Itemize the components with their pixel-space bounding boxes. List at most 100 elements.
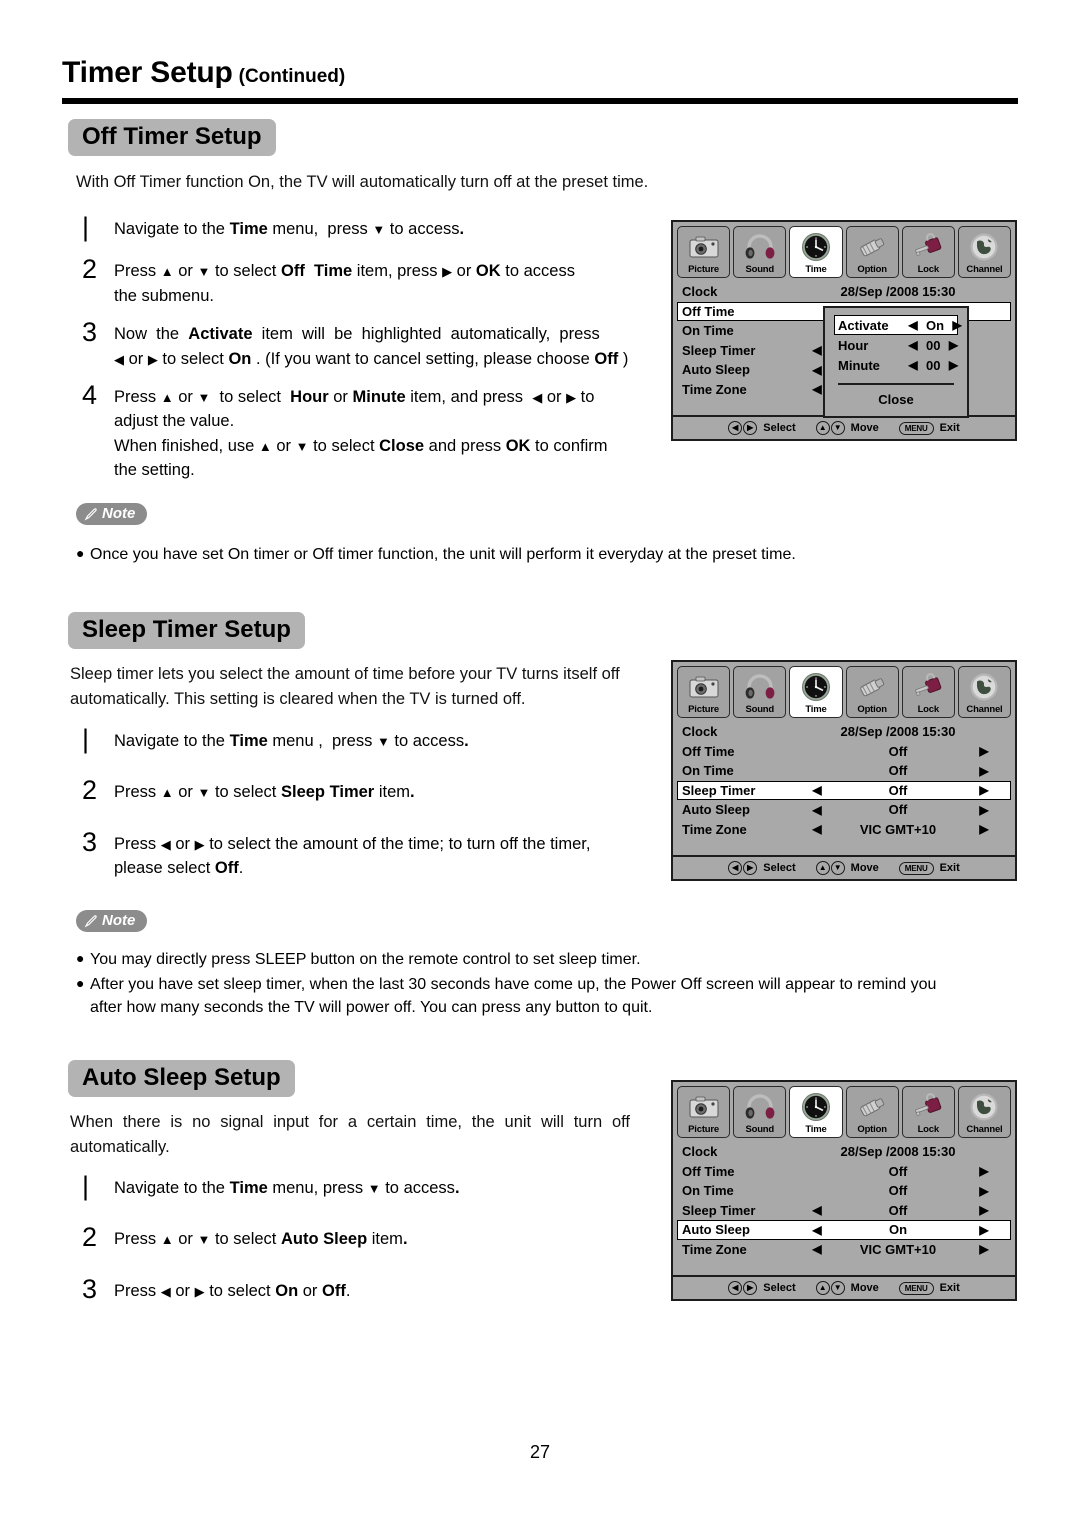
camera-icon <box>678 230 729 264</box>
step-number: 3 <box>82 1273 98 1304</box>
step-text: Now the Activate item will be highlighte… <box>114 325 629 368</box>
popup-row-activate[interactable]: Activate ◀ On ▶ <box>834 315 962 335</box>
osd-row-clock[interactable]: Clock 28/Sep /2008 15:30 <box>677 282 1011 302</box>
osd-row-label: Auto Sleep <box>682 802 750 818</box>
osd-tab-label: Option <box>857 704 887 715</box>
step-item: | Navigate to the Time menu , press ▼ to… <box>68 725 658 754</box>
osd-tab-channel[interactable]: Channel <box>957 226 1012 278</box>
osd-status-move-label: Move <box>850 862 879 874</box>
popup-left-arrow[interactable]: ◀ <box>900 358 926 372</box>
osd-tab-option[interactable]: Option <box>845 1086 899 1138</box>
osd-tab-time[interactable]: Time <box>789 1086 843 1138</box>
osd-row-clock[interactable]: Clock 28/Sep /2008 15:30 <box>677 722 1011 742</box>
popup-right-arrow[interactable]: ▶ <box>940 338 966 352</box>
osd-tab-sound[interactable]: Sound <box>733 1086 787 1138</box>
osd-tab-sound[interactable]: Sound <box>733 666 787 718</box>
osd-row-off-time[interactable]: Off Time Off ▶ <box>677 1162 1011 1182</box>
osd-row-time-zone[interactable]: Time Zone ◀ VIC GMT+10 ▶ <box>677 820 1011 840</box>
osd-row-value: VIC GMT+10 <box>859 821 937 837</box>
osd-right-arrow[interactable]: ▶ <box>962 803 1006 817</box>
up-arrow-key-icon: ▲ <box>815 1281 830 1295</box>
osd-tab-lock[interactable]: Lock <box>901 666 955 718</box>
osd-tab-sound[interactable]: Sound <box>733 226 787 278</box>
osd-row-auto-sleep[interactable]: Auto Sleep ◀ On ▶ <box>677 1220 1011 1240</box>
osd-row-on-time[interactable]: On Time Off ▶ <box>677 761 1011 781</box>
osd-row-on-time[interactable]: On Time Off ▶ <box>677 1181 1011 1201</box>
osd-right-arrow[interactable]: ▶ <box>962 783 1006 797</box>
osd-row-label: Off Time <box>682 303 735 319</box>
osd-right-arrow[interactable]: ▶ <box>962 1184 1006 1198</box>
osd-status-select-label: Select <box>763 862 796 874</box>
osd-tab-option[interactable]: Option <box>845 226 899 278</box>
osd-tab-label: Time <box>805 1124 827 1135</box>
osd-row-label: Time Zone <box>682 1241 747 1257</box>
osd-row-sleep-timer[interactable]: Sleep Timer ◀ Off ▶ <box>677 1201 1011 1221</box>
osd-left-arrow[interactable]: ◀ <box>800 1203 834 1217</box>
osd-tab-channel[interactable]: Channel <box>957 1086 1012 1138</box>
osd-tab-picture[interactable]: Picture <box>677 666 731 718</box>
osd-row-label: On Time <box>682 323 734 339</box>
osd-row-label: Clock <box>682 1144 718 1160</box>
osd-tab-label: Channel <box>966 1124 1003 1135</box>
osd-right-arrow[interactable]: ▶ <box>962 822 1006 836</box>
section-badge: Sleep Timer Setup <box>68 612 305 650</box>
up-arrow-key-icon: ▲ <box>815 861 830 875</box>
popup-row-minute[interactable]: Minute ◀ 00 ▶ <box>834 355 958 375</box>
osd-tab-lock[interactable]: Lock <box>901 1086 955 1138</box>
osd-right-arrow[interactable]: ▶ <box>962 744 1006 758</box>
osd-tab-label: Channel <box>966 264 1003 275</box>
popup-close-button[interactable]: Close <box>834 385 958 407</box>
osd-tab-picture[interactable]: Picture <box>677 226 731 278</box>
osd-right-arrow[interactable]: ▶ <box>962 1223 1006 1237</box>
up-down-key-icons: ▲ ▼ <box>815 421 845 435</box>
menu-key-icon: MENU <box>898 861 934 875</box>
note-label: Note <box>102 912 136 929</box>
popup-row-value: 00 <box>926 337 941 353</box>
osd-row-off-time[interactable]: Off Time Off ▶ <box>677 742 1011 762</box>
osd-menu-off-time[interactable]: Picture Sound Time Option Lock Channel C… <box>671 220 1017 441</box>
popup-right-arrow[interactable]: ▶ <box>940 358 966 372</box>
down-arrow-key-icon: ▼ <box>830 861 845 875</box>
popup-row-hour[interactable]: Hour ◀ 00 ▶ <box>834 335 958 355</box>
menu-key-icon: MENU <box>898 1281 934 1295</box>
osd-tab-lock[interactable]: Lock <box>901 226 955 278</box>
camera-icon <box>678 1090 729 1124</box>
osd-menu-sleep-timer[interactable]: Picture Sound Time Option Lock Channel C… <box>671 660 1017 881</box>
osd-left-arrow[interactable]: ◀ <box>800 1223 834 1237</box>
osd-right-arrow[interactable]: ▶ <box>962 764 1006 778</box>
popup-left-arrow[interactable]: ◀ <box>900 338 926 352</box>
osd-tab-option[interactable]: Option <box>845 666 899 718</box>
step-text: Navigate to the Time menu, press ▼ to ac… <box>114 220 465 238</box>
popup-left-arrow[interactable]: ◀ <box>900 318 926 332</box>
osd-menu-auto-sleep[interactable]: Picture Sound Time Option Lock Channel C… <box>671 1080 1017 1301</box>
osd-left-arrow[interactable]: ◀ <box>800 783 834 797</box>
osd-row-sleep-timer[interactable]: Sleep Timer ◀ Off ▶ <box>677 780 1011 800</box>
osd-left-arrow[interactable]: ◀ <box>800 803 834 817</box>
camera-icon <box>678 670 729 704</box>
osd-tab-time[interactable]: Time <box>789 666 843 718</box>
osd-right-arrow[interactable]: ▶ <box>962 1164 1006 1178</box>
osd-status-move: ▲ ▼ Move <box>815 1281 879 1295</box>
osd-row-clock[interactable]: Clock 28/Sep /2008 15:30 <box>677 1142 1011 1162</box>
osd-tab-label: Lock <box>917 704 940 715</box>
osd-right-arrow[interactable]: ▶ <box>962 1242 1006 1256</box>
osd-left-arrow[interactable]: ◀ <box>800 1242 834 1256</box>
osd-left-arrow[interactable]: ◀ <box>800 822 834 836</box>
steps-auto-sleep: | Navigate to the Time menu, press ▼ to … <box>68 1172 658 1317</box>
osd-tab-time[interactable]: Time <box>789 226 843 278</box>
osd-tab-picture[interactable]: Picture <box>677 1086 731 1138</box>
left-arrow-key-icon: ◀ <box>728 1281 743 1295</box>
off-time-submenu-popup[interactable]: Activate ◀ On ▶ Hour ◀ 00 ▶ Minute ◀ 00 … <box>823 306 969 418</box>
osd-row-time-zone[interactable]: Time Zone ◀ VIC GMT+10 ▶ <box>677 1240 1011 1260</box>
popup-right-arrow[interactable]: ▶ <box>944 318 970 332</box>
padlock-icon <box>903 1090 954 1124</box>
osd-right-arrow[interactable]: ▶ <box>962 1203 1006 1217</box>
step-item: 4 Press ▲ or ▼ to select Hour or Minute … <box>68 381 658 483</box>
left-right-key-icons: ◀ ▶ <box>728 1281 758 1295</box>
osd-status-move: ▲ ▼ Move <box>815 421 879 435</box>
step-item: 3 Press ◀ or ▶ to select the amount of t… <box>68 827 658 881</box>
osd-row-auto-sleep[interactable]: Auto Sleep ◀ Off ▶ <box>677 800 1011 820</box>
osd-tab-channel[interactable]: Channel <box>957 666 1012 718</box>
osd-row-label: On Time <box>682 763 734 779</box>
note-list-off-timer: ● Once you have set On timer or Off time… <box>76 543 956 568</box>
